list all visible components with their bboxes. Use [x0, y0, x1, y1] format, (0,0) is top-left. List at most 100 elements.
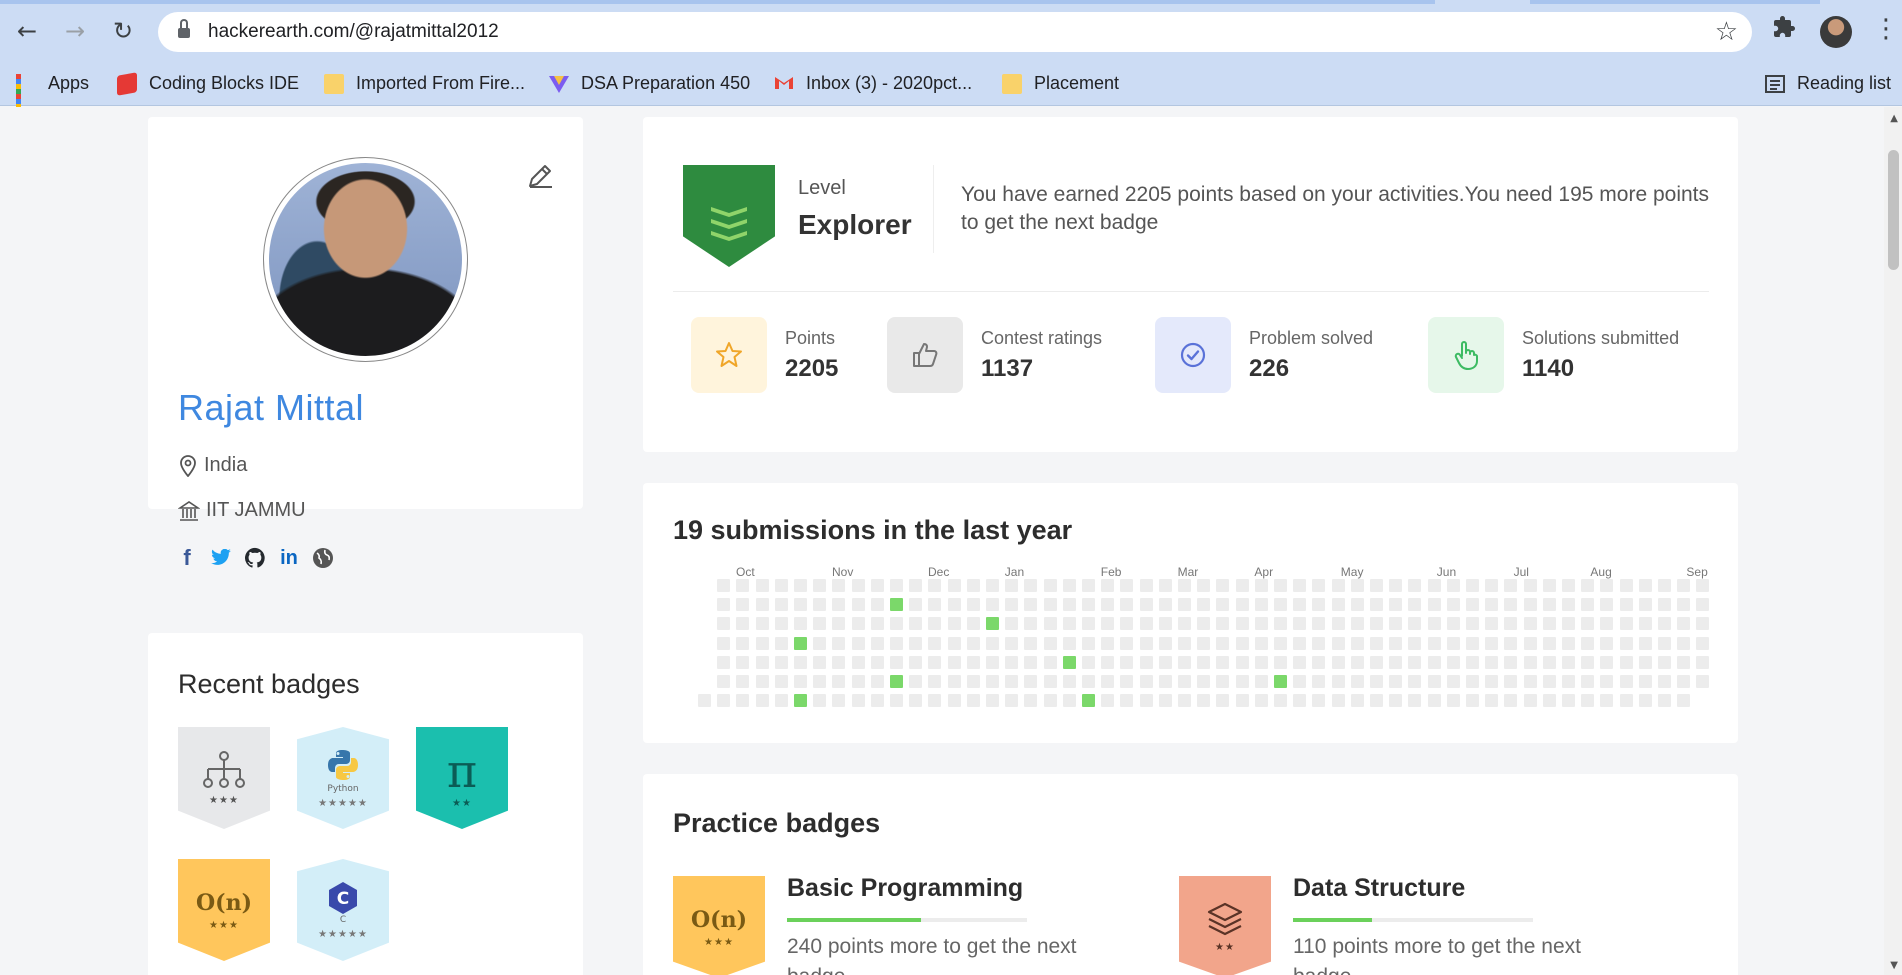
heatmap-cell[interactable] [1408, 617, 1422, 631]
bookmark-imported-folder[interactable]: Imported From Fire... [324, 73, 525, 94]
heatmap-cell[interactable] [1254, 694, 1268, 708]
extensions-icon[interactable] [1772, 15, 1796, 46]
heatmap-cell[interactable] [1619, 675, 1633, 688]
heatmap-cell[interactable] [1466, 617, 1479, 631]
heatmap-cell[interactable] [813, 598, 827, 612]
heatmap-cell[interactable] [1427, 694, 1441, 708]
heatmap-cell[interactable] [1542, 617, 1556, 631]
heatmap-cell[interactable] [1139, 675, 1153, 688]
heatmap-cell[interactable] [1043, 636, 1057, 650]
heatmap-cell[interactable] [870, 636, 884, 650]
heatmap-cell[interactable] [1158, 617, 1172, 631]
heatmap-cell[interactable] [813, 579, 827, 592]
bookmark-placement-folder[interactable]: Placement [1002, 73, 1119, 94]
heatmap-cell[interactable] [1216, 617, 1230, 631]
heatmap-cell[interactable] [1062, 636, 1076, 650]
heatmap-cell[interactable] [890, 655, 903, 669]
heatmap-cell[interactable] [966, 636, 980, 650]
heatmap-cell[interactable] [1254, 675, 1268, 688]
heatmap-cell[interactable] [1619, 694, 1633, 708]
heatmap-cell[interactable] [1043, 598, 1057, 612]
heatmap-cell[interactable] [1197, 579, 1211, 592]
heatmap-cell[interactable] [1005, 694, 1019, 708]
heatmap-cell[interactable] [1062, 598, 1076, 612]
heatmap-cell[interactable] [986, 579, 999, 592]
heatmap-cell[interactable] [851, 694, 865, 708]
heatmap-cell[interactable] [1370, 598, 1383, 612]
heatmap-cell[interactable] [1658, 655, 1671, 669]
heatmap-cell[interactable] [1696, 655, 1710, 669]
heatmap-cell[interactable] [1312, 694, 1326, 708]
heatmap-cell[interactable] [1274, 598, 1287, 612]
heatmap-cell[interactable] [909, 694, 923, 708]
heatmap-cell[interactable] [774, 617, 788, 631]
heatmap-cell[interactable] [1370, 655, 1383, 669]
heatmap-cell[interactable] [1120, 579, 1134, 592]
heatmap-cell[interactable] [1216, 579, 1230, 592]
heatmap-cell[interactable] [1581, 655, 1595, 669]
heatmap-cell[interactable] [1658, 598, 1671, 612]
heatmap-cell[interactable] [1600, 617, 1614, 631]
heatmap-cell[interactable] [1696, 675, 1710, 688]
heatmap-cell[interactable] [717, 694, 731, 708]
heatmap-cell[interactable] [1389, 655, 1403, 669]
heatmap-cell[interactable] [1562, 636, 1575, 650]
linkedin-icon[interactable]: in [278, 547, 300, 569]
heatmap-cell[interactable] [1293, 598, 1307, 612]
heatmap-cell[interactable] [794, 579, 807, 592]
heatmap-cell[interactable] [1446, 675, 1460, 688]
heatmap-cell[interactable] [1158, 694, 1172, 708]
heatmap-cell[interactable] [1427, 598, 1441, 612]
heatmap-cell[interactable] [755, 636, 769, 650]
url-text[interactable]: hackerearth.com/@rajatmittal2012 [208, 21, 499, 43]
heatmap-cell[interactable] [851, 598, 865, 612]
heatmap-cell[interactable] [1600, 598, 1614, 612]
heatmap-cell[interactable] [813, 694, 827, 708]
heatmap-cell[interactable] [1485, 598, 1499, 612]
heatmap-cell[interactable] [928, 617, 942, 631]
heatmap-cell[interactable] [1293, 694, 1307, 708]
heatmap-cell-active[interactable] [986, 617, 999, 631]
heatmap-cell-active[interactable] [794, 636, 807, 650]
heatmap-cell[interactable] [1024, 617, 1038, 631]
badge-hierarchy[interactable]: ★★★ [178, 727, 270, 829]
heatmap-cell[interactable] [736, 617, 750, 631]
reload-icon[interactable]: ↻ [106, 14, 140, 48]
heatmap-cell[interactable] [1293, 636, 1307, 650]
heatmap-cell[interactable] [986, 655, 999, 669]
heatmap-cell[interactable] [1254, 598, 1268, 612]
heatmap-cell[interactable] [1562, 617, 1575, 631]
heatmap-cell[interactable] [1658, 694, 1671, 708]
heatmap-cell[interactable] [1178, 636, 1191, 650]
heatmap-cell[interactable] [1638, 636, 1652, 650]
heatmap-cell[interactable] [1485, 636, 1499, 650]
heatmap-cell[interactable] [1216, 636, 1230, 650]
heatmap-cell[interactable] [1466, 636, 1479, 650]
heatmap-cell[interactable] [1235, 655, 1249, 669]
heatmap-cell[interactable] [1312, 579, 1326, 592]
heatmap-cell[interactable] [1082, 636, 1095, 650]
heatmap-cell[interactable] [1370, 617, 1383, 631]
heatmap-cell[interactable] [1216, 655, 1230, 669]
heatmap-cell[interactable] [851, 579, 865, 592]
heatmap-cell[interactable] [1696, 598, 1710, 612]
heatmap-cell[interactable] [1350, 579, 1364, 592]
heatmap-cell[interactable] [1370, 579, 1383, 592]
heatmap-cell[interactable] [774, 675, 788, 688]
heatmap-cell[interactable] [1542, 694, 1556, 708]
heatmap-cell[interactable] [1523, 636, 1537, 650]
heatmap-cell[interactable] [832, 694, 846, 708]
heatmap-cell[interactable] [890, 694, 903, 708]
heatmap-cell[interactable] [1005, 617, 1019, 631]
heatmap-cell[interactable] [1658, 617, 1671, 631]
heatmap-cell[interactable] [1101, 655, 1115, 669]
heatmap-cell[interactable] [909, 579, 923, 592]
heatmap-cell[interactable] [1389, 675, 1403, 688]
heatmap-cell[interactable] [1043, 694, 1057, 708]
heatmap-cell-active[interactable] [1062, 655, 1076, 669]
heatmap-cell[interactable] [928, 636, 942, 650]
heatmap-cell[interactable] [1562, 598, 1575, 612]
heatmap-cell[interactable] [1216, 694, 1230, 708]
heatmap-cell[interactable] [1350, 617, 1364, 631]
heatmap-cell[interactable] [1408, 694, 1422, 708]
